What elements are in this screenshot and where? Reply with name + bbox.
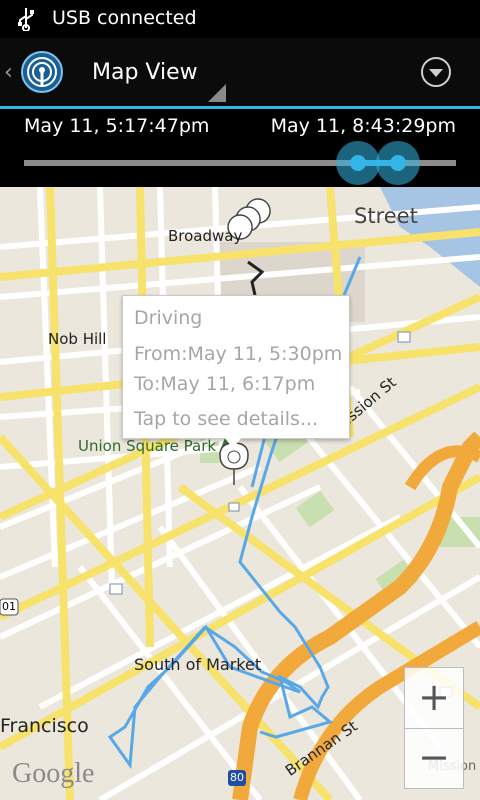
zoom-out-button[interactable]: − <box>405 728 463 788</box>
highway-101-shield: 01 <box>2 600 16 613</box>
popup-tail <box>223 436 243 448</box>
range-slider-start-handle[interactable] <box>336 141 380 185</box>
usb-icon <box>18 8 34 31</box>
map-label-broadway: Broadway <box>168 227 243 245</box>
status-bar: USB connected <box>0 0 480 38</box>
range-slider-end-handle[interactable] <box>376 141 420 185</box>
popup-mode: Driving <box>134 307 203 329</box>
range-start-label: May 11, 5:17:47pm <box>24 115 210 137</box>
map-label-nob-hill: Nob Hill <box>48 330 107 348</box>
map-label-francisco: Francisco <box>0 715 89 737</box>
popup-details-link[interactable]: Tap to see details... <box>134 408 318 430</box>
zoom-in-button[interactable]: + <box>405 668 463 729</box>
spinner-indicator-icon[interactable] <box>208 84 226 102</box>
map-label-street: Street <box>354 204 418 228</box>
zoom-controls: + − <box>404 667 464 789</box>
range-end-label: May 11, 8:43:29pm <box>270 115 456 137</box>
highway-80-shield: 80 <box>230 771 244 784</box>
chevron-down-circle-icon[interactable] <box>420 56 452 88</box>
status-text: USB connected <box>52 7 197 29</box>
map-label-south-of-market: South of Market <box>134 655 262 674</box>
action-bar: ‹ Map View <box>0 38 480 106</box>
time-range-bar: May 11, 5:17:47pm May 11, 8:43:29pm <box>0 109 480 187</box>
popup-to: To:May 11, 6:17pm <box>134 373 316 395</box>
broadcast-icon[interactable] <box>20 50 64 94</box>
page-title[interactable]: Map View <box>92 60 198 85</box>
trip-info-popup[interactable]: Driving From:May 11, 5:30pm To:May 11, 6… <box>122 295 350 439</box>
popup-from: From:May 11, 5:30pm <box>134 343 343 365</box>
google-logo: Google <box>12 758 95 789</box>
chevron-left-icon[interactable]: ‹ <box>4 60 13 85</box>
map-label-union-square: Union Square Park <box>78 437 217 455</box>
